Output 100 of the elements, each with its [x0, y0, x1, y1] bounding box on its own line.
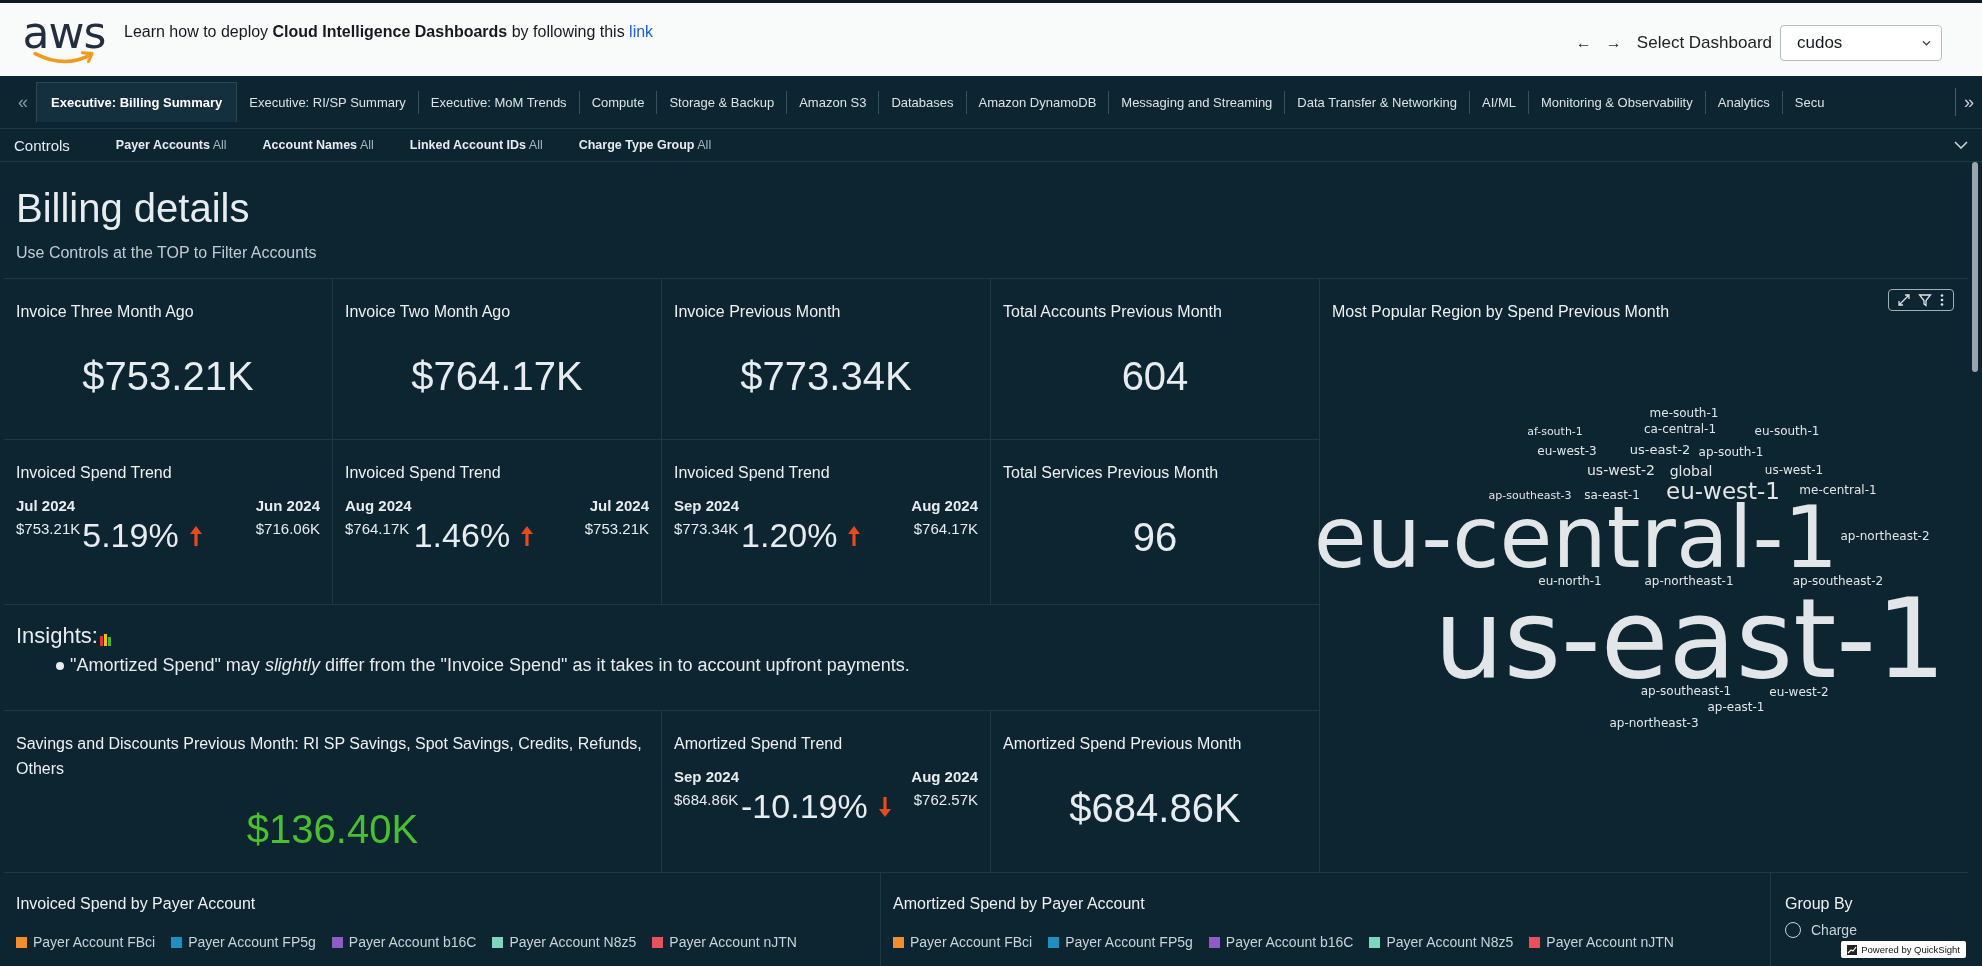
- legend-label: Payer Account b16C: [348, 934, 477, 950]
- period-value: $773.34K: [674, 520, 740, 537]
- radio-label: Charge: [1811, 922, 1857, 938]
- period-label: Jun 2024: [255, 497, 320, 514]
- panel-title: Invoiced Spend by Payer Account: [16, 894, 257, 914]
- period-label: Aug 2024: [911, 768, 978, 785]
- period-value: $684.86K: [674, 791, 740, 808]
- period-label: Jul 2024: [16, 497, 77, 514]
- back-button[interactable]: ←: [1568, 33, 1599, 52]
- cloud-word: ca-central-1: [1643, 423, 1717, 435]
- kpi-title: Invoice Two Month Ago: [345, 302, 512, 322]
- change-percent: -10.19%: [741, 786, 868, 826]
- change-percent: 1.20%: [741, 515, 838, 555]
- sheet-tab[interactable]: Databases: [878, 90, 966, 114]
- panel-title: Most Popular Region by Spend Previous Month: [1332, 302, 1671, 322]
- sheet-tab[interactable]: Executive: RI/SP Summary: [237, 90, 418, 114]
- cloud-word: us-west-1: [1764, 464, 1824, 476]
- cloud-word: ap-northeast-1: [1644, 575, 1734, 587]
- dashboard-select[interactable]: cudos: [1780, 24, 1942, 61]
- cloud-word: eu-west-1: [1666, 479, 1780, 503]
- kpi-title: Total Services Previous Month: [1003, 463, 1220, 483]
- cloud-word: me-central-1: [1799, 484, 1877, 496]
- cloud-word: sa-east-1: [1584, 489, 1640, 501]
- aws-logo: aws: [20, 14, 108, 65]
- kpi-title: Invoiced Spend Trend: [345, 463, 502, 483]
- kpi-title: Invoiced Spend Trend: [674, 463, 831, 483]
- period-label: Jul 2024: [589, 497, 649, 514]
- sheet-tab[interactable]: Amazon DynamoDB: [965, 90, 1109, 114]
- kpi-value: $764.17K: [410, 354, 584, 399]
- period-value: $764.17K: [913, 520, 978, 537]
- legend-label: Payer Account N8z5: [509, 934, 637, 950]
- kpi-value: $136.40K: [245, 807, 420, 852]
- panel-title: Group By: [1785, 894, 1854, 914]
- kpi-title: Amortized Spend Previous Month: [1003, 734, 1243, 754]
- cloud-word: ap-southeast-1: [1640, 685, 1732, 697]
- cloud-word: me-south-1: [1649, 407, 1719, 419]
- legend-label: Payer Account FP5g: [188, 934, 316, 950]
- sheet-tab[interactable]: Amazon S3: [786, 90, 879, 114]
- kpi-title: Total Accounts Previous Month: [1003, 302, 1223, 322]
- filter-control[interactable]: Charge Type Group All: [578, 138, 712, 152]
- cloud-word: eu-central-1: [1313, 502, 1839, 572]
- sheet-tab[interactable]: Executive: Billing Summary: [36, 82, 238, 122]
- cloud-word: us-west-2: [1587, 463, 1655, 477]
- cloud-word: global: [1669, 464, 1713, 478]
- cloud-word: eu-north-1: [1538, 575, 1602, 587]
- period-value: $753.21K: [16, 520, 81, 537]
- period-value: $764.17K: [345, 520, 411, 537]
- filter-icon[interactable]: [1918, 293, 1932, 307]
- forward-button[interactable]: →: [1598, 33, 1629, 52]
- sheet-tab[interactable]: Compute: [578, 90, 657, 114]
- sheet-tab[interactable]: Executive: MoM Trends: [417, 90, 579, 114]
- bullet-icon: [56, 661, 64, 670]
- change-percent: 1.46%: [413, 515, 511, 555]
- page-subtitle: Use Controls at the TOP to Filter Accounts: [15, 243, 318, 263]
- controls-label: Controls: [14, 136, 70, 154]
- more-icon[interactable]: [1939, 293, 1945, 307]
- cloud-word: eu-west-3: [1537, 445, 1597, 457]
- change-percent: 5.19%: [82, 515, 179, 555]
- deploy-link[interactable]: link: [629, 22, 654, 40]
- legend-label: Payer Account nJTN: [669, 934, 797, 950]
- cloud-word: ap-east-1: [1707, 701, 1765, 713]
- kpi-value: 96: [1131, 515, 1179, 560]
- scroll-left-button[interactable]: «: [10, 91, 36, 113]
- kpi-title: Invoice Three Month Ago: [16, 302, 195, 322]
- insight-text: "Amortized Spend" may slightly differ from the "Invoice Spend" as it takes in to account upfront payments.: [70, 655, 910, 676]
- sheet-tab[interactable]: Secu: [1781, 90, 1837, 114]
- kpi-value: 604: [1120, 354, 1190, 399]
- kpi-title: Amortized Spend Trend: [674, 734, 844, 754]
- kpi-title: Invoice Previous Month: [674, 302, 842, 322]
- legend-label: Payer Account N8z5: [1386, 934, 1514, 950]
- page-title: Billing details: [15, 185, 251, 232]
- badge-text: Powered by QuickSight: [1861, 944, 1960, 955]
- kpi-value: $684.86K: [1068, 786, 1242, 831]
- filter-control[interactable]: Payer Accounts All: [115, 138, 227, 152]
- cloud-word: eu-south-1: [1754, 425, 1820, 437]
- sheet-tab[interactable]: Data Transfer & Networking: [1284, 90, 1470, 114]
- cloud-word: ap-southeast-3: [1488, 489, 1572, 501]
- filter-control[interactable]: Linked Account IDs All: [409, 138, 543, 152]
- period-label: Aug 2024: [911, 497, 978, 514]
- select-label: Select Dashboard: [1636, 32, 1772, 53]
- legend-label: Payer Account FP5g: [1065, 934, 1193, 950]
- legend-label: Payer Account FBci: [33, 934, 156, 950]
- expand-icon[interactable]: [1897, 293, 1911, 307]
- sheet-tab[interactable]: Messaging and Streaming: [1108, 90, 1285, 114]
- sheet-tab[interactable]: Storage & Backup: [656, 90, 787, 114]
- bar-chart-icon: [99, 632, 112, 646]
- filter-control[interactable]: Account Names All: [262, 138, 374, 152]
- chevron-down-icon[interactable]: [1922, 39, 1931, 46]
- legend-label: Payer Account b16C: [1225, 934, 1354, 950]
- sheet-tab[interactable]: Monitoring & Observability: [1528, 90, 1705, 114]
- banner-text: Learn how to deploy Cloud Intelligence Dashboards by following this link: [124, 22, 654, 41]
- sheet-tab[interactable]: AI/ML: [1469, 90, 1528, 114]
- chart-icon: [1847, 944, 1858, 955]
- kpi-value: $753.21K: [81, 354, 255, 399]
- legend-label: Payer Account FBci: [910, 934, 1033, 950]
- insights-title: Insights:: [16, 623, 98, 649]
- period-label: Sep 2024: [674, 497, 740, 514]
- scroll-thumb[interactable]: [1972, 162, 1978, 372]
- cloud-word: ap-south-1: [1698, 446, 1764, 458]
- sheet-tab[interactable]: Analytics: [1704, 90, 1782, 114]
